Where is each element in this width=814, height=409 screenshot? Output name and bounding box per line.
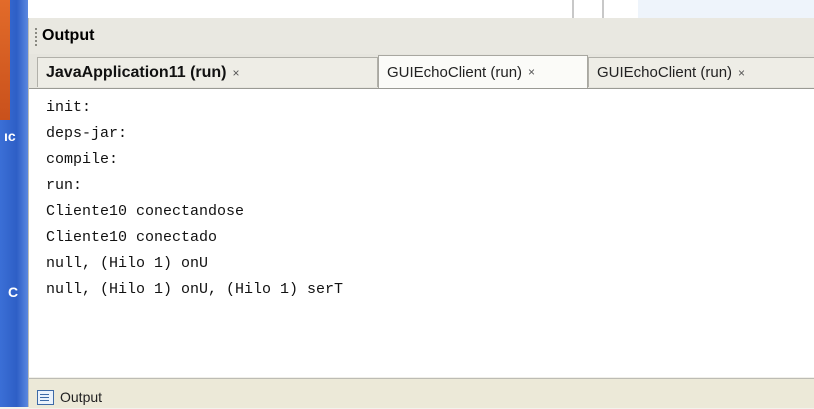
output-window-icon (37, 389, 54, 405)
editor-area-top (28, 0, 814, 19)
output-window-label: Output (60, 389, 103, 405)
console-output[interactable]: init: deps-jar: compile: run: Cliente10 … (29, 89, 814, 377)
scrollbar-edge (602, 0, 604, 18)
close-icon[interactable]: × (528, 65, 535, 79)
background-window-edge (0, 0, 10, 120)
tab-label: JavaApplication11 (run) (46, 63, 227, 81)
console-line: Cliente10 conectado (46, 229, 218, 246)
console-line: Cliente10 conectandose (46, 203, 245, 220)
drag-grip-icon[interactable] (35, 28, 40, 46)
console-line: run: (46, 177, 83, 194)
close-icon[interactable]: × (233, 66, 240, 80)
console-line: null, (Hilo 1) onU, (Hilo 1) serT (46, 281, 344, 298)
output-window-button[interactable]: Output (37, 385, 102, 409)
panel-title: Output (42, 27, 95, 44)
scrollbar-edge (572, 0, 574, 18)
output-panel: Output JavaApplication11 (run) × GUIEcho… (28, 18, 814, 408)
tab-label: GUIEchoClient (run) (597, 64, 733, 81)
output-title-bar[interactable]: Output (29, 18, 814, 55)
background-window-strip: ıc C (0, 0, 28, 407)
background-text-fragment: C (8, 284, 19, 300)
tab-guiechoclient-run-active[interactable]: GUIEchoClient (run) × (378, 55, 588, 88)
tab-javaapplication11-run[interactable]: JavaApplication11 (run) × (37, 57, 378, 87)
console-line: null, (Hilo 1) onU (46, 255, 209, 272)
console-line: compile: (46, 151, 119, 168)
bottom-window-bar: Output (29, 378, 814, 408)
background-text-fragment: ıc (4, 128, 16, 144)
tab-label: GUIEchoClient (run) (387, 63, 523, 81)
console-line: deps-jar: (46, 125, 128, 142)
console-line: init: (46, 99, 92, 116)
close-icon[interactable]: × (738, 66, 745, 80)
editor-margin (638, 0, 814, 18)
output-tab-strip: JavaApplication11 (run) × GUIEchoClient … (29, 54, 814, 89)
tab-guiechoclient-run[interactable]: GUIEchoClient (run) × (588, 57, 814, 87)
